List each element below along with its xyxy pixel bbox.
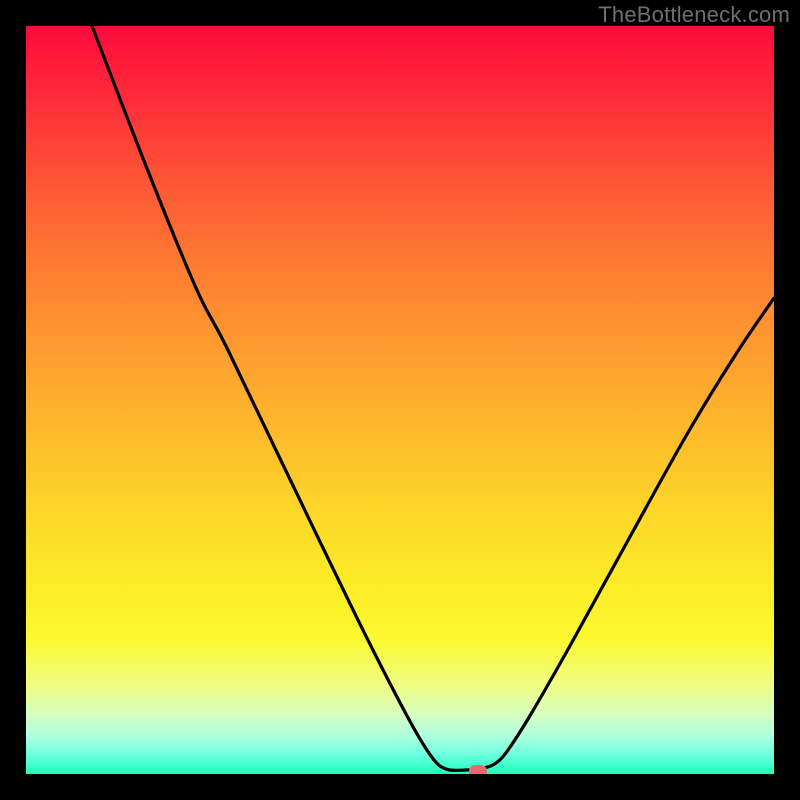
bottleneck-curve-path (92, 26, 774, 770)
curve-minimum-marker (469, 765, 487, 774)
chart-frame: TheBottleneck.com (0, 0, 800, 800)
watermark-text: TheBottleneck.com (598, 2, 790, 28)
plot-area (26, 26, 774, 774)
curve-svg (26, 26, 774, 774)
